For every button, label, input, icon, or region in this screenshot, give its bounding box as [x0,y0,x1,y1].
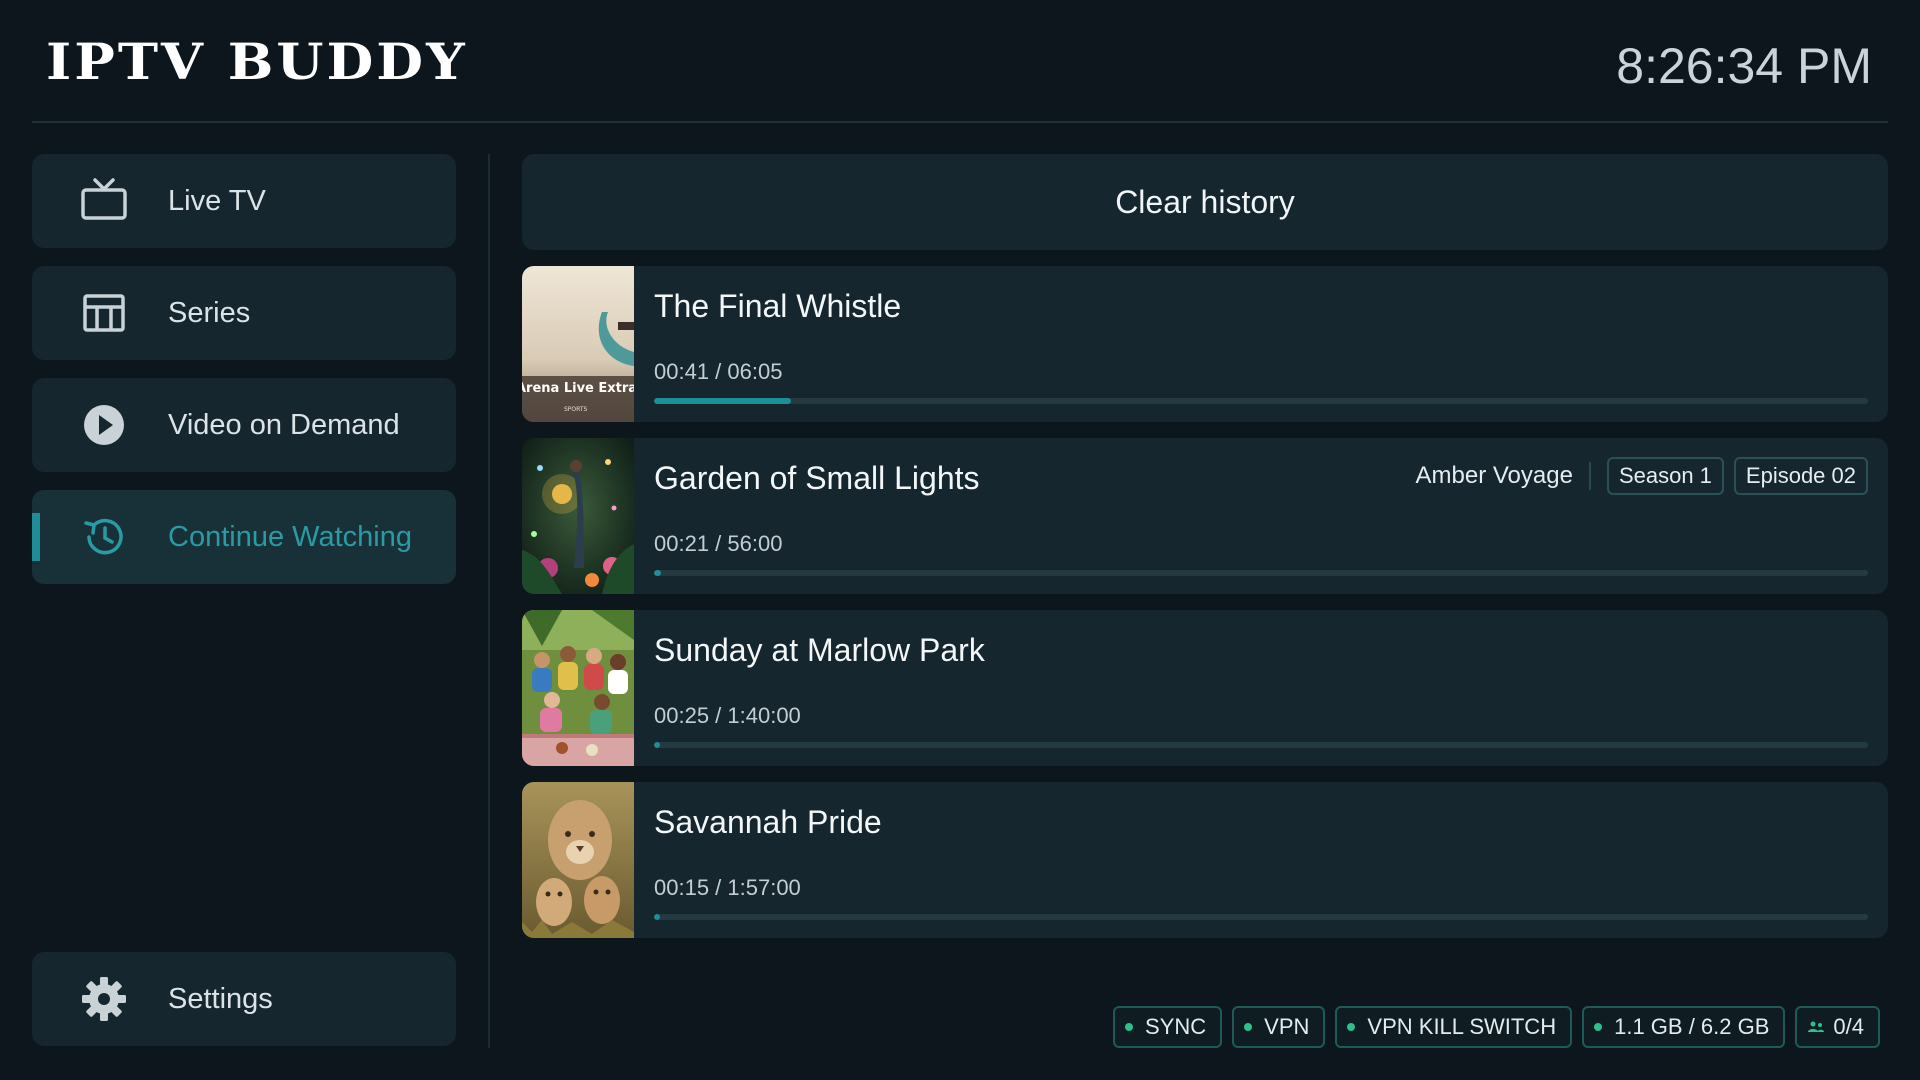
history-item[interactable]: Garden of Small Lights Amber Voyage Seas… [522,438,1888,594]
history-item[interactable]: Arena Live Extra SPORTS The Final Whistl… [522,266,1888,422]
sync-status[interactable]: SYNC [1113,1006,1223,1048]
progress-bar [654,742,1868,748]
thumbnail-savannah-pride [522,782,634,938]
status-bar: SYNC VPN VPN KILL SWITCH 1.1 GB / 6.2 GB… [1113,1006,1880,1048]
kill-switch-label: VPN KILL SWITCH [1367,1014,1557,1039]
history-icon [84,518,123,555]
sidebar-item-continue-watching[interactable]: Continue Watching [32,490,456,584]
progress-fill [654,398,792,404]
thumbnail-garden-of-small-lights [522,438,634,594]
progress-fill [654,914,661,920]
sidebar-item-label: Series [168,297,251,329]
status-dot [1347,1023,1356,1031]
settings-button[interactable]: Settings [32,952,456,1046]
header: IPTV BUDDY 8:26:34 PM [32,0,1888,123]
channel-name: Amber Voyage [1415,462,1573,489]
thumbnail-subtext: SPORTS [564,406,588,413]
sidebar-item-label: Continue Watching [168,521,412,553]
users-icon [1808,1021,1825,1032]
storage-status[interactable]: 1.1 GB / 6.2 GB [1582,1006,1786,1048]
active-indicator [32,513,40,561]
meta-separator [1588,462,1591,490]
status-dot [1594,1023,1603,1031]
tv-icon [81,178,127,220]
episode-meta: Amber Voyage Season 1 Episode 02 [1415,456,1868,496]
sidebar-item-label: Live TV [168,185,266,217]
episode-badge: Episode 02 [1733,457,1868,495]
users-label: 0/4 [1833,1014,1864,1039]
vpn-kill-switch-status[interactable]: VPN KILL SWITCH [1335,1006,1573,1048]
history-item-time: 00:21 / 56:00 [654,531,783,556]
history-item-title: The Final Whistle [654,288,902,324]
season-badge: Season 1 [1606,457,1724,495]
thumbnail-sunday-at-marlow-park [522,610,634,766]
history-item-title: Garden of Small Lights [654,460,980,496]
grid-icon [83,294,125,332]
clock: 8:26:34 PM [1616,38,1872,94]
sidebar-item-label: Video on Demand [168,409,400,441]
sidebar-item-live-tv[interactable]: Live TV [32,154,456,248]
settings-label: Settings [168,983,273,1015]
sidebar-item-video-on-demand[interactable]: Video on Demand [32,378,456,472]
progress-bar [654,570,1868,576]
users-status[interactable]: 0/4 [1795,1006,1880,1048]
thumbnail-final-whistle: Arena Live Extra SPORTS [522,266,634,422]
play-circle-icon [84,405,124,445]
gear-icon [82,977,126,1021]
progress-bar [654,914,1868,920]
progress-fill [654,570,662,576]
vpn-status[interactable]: VPN [1232,1006,1326,1048]
history-item-time: 00:25 / 1:40:00 [654,703,801,728]
history-item-title: Savannah Pride [654,804,882,840]
history-item-time: 00:15 / 1:57:00 [654,875,801,900]
sidebar-item-series[interactable]: Series [32,266,456,360]
sync-label: SYNC [1145,1014,1207,1039]
thumbnail-text: Arena Live Extra [522,381,634,396]
app-logo-title: IPTV BUDDY [46,32,468,92]
clear-history-button[interactable]: Clear history [522,154,1888,250]
history-item-time: 00:41 / 06:05 [654,359,783,384]
sidebar-divider [488,154,490,1048]
history-item-title: Sunday at Marlow Park [654,632,985,668]
history-item[interactable]: Sunday at Marlow Park 00:25 / 1:40:00 [522,610,1888,766]
progress-fill [654,742,661,748]
sidebar: Live TV Series Video on Demand Continue … [32,154,456,1048]
history-item[interactable]: Savannah Pride 00:15 / 1:57:00 [522,782,1888,938]
progress-bar [654,398,1868,404]
vpn-label: VPN [1264,1014,1310,1039]
status-dot [1125,1023,1134,1031]
storage-label: 1.1 GB / 6.2 GB [1614,1014,1770,1039]
status-dot [1244,1023,1253,1031]
